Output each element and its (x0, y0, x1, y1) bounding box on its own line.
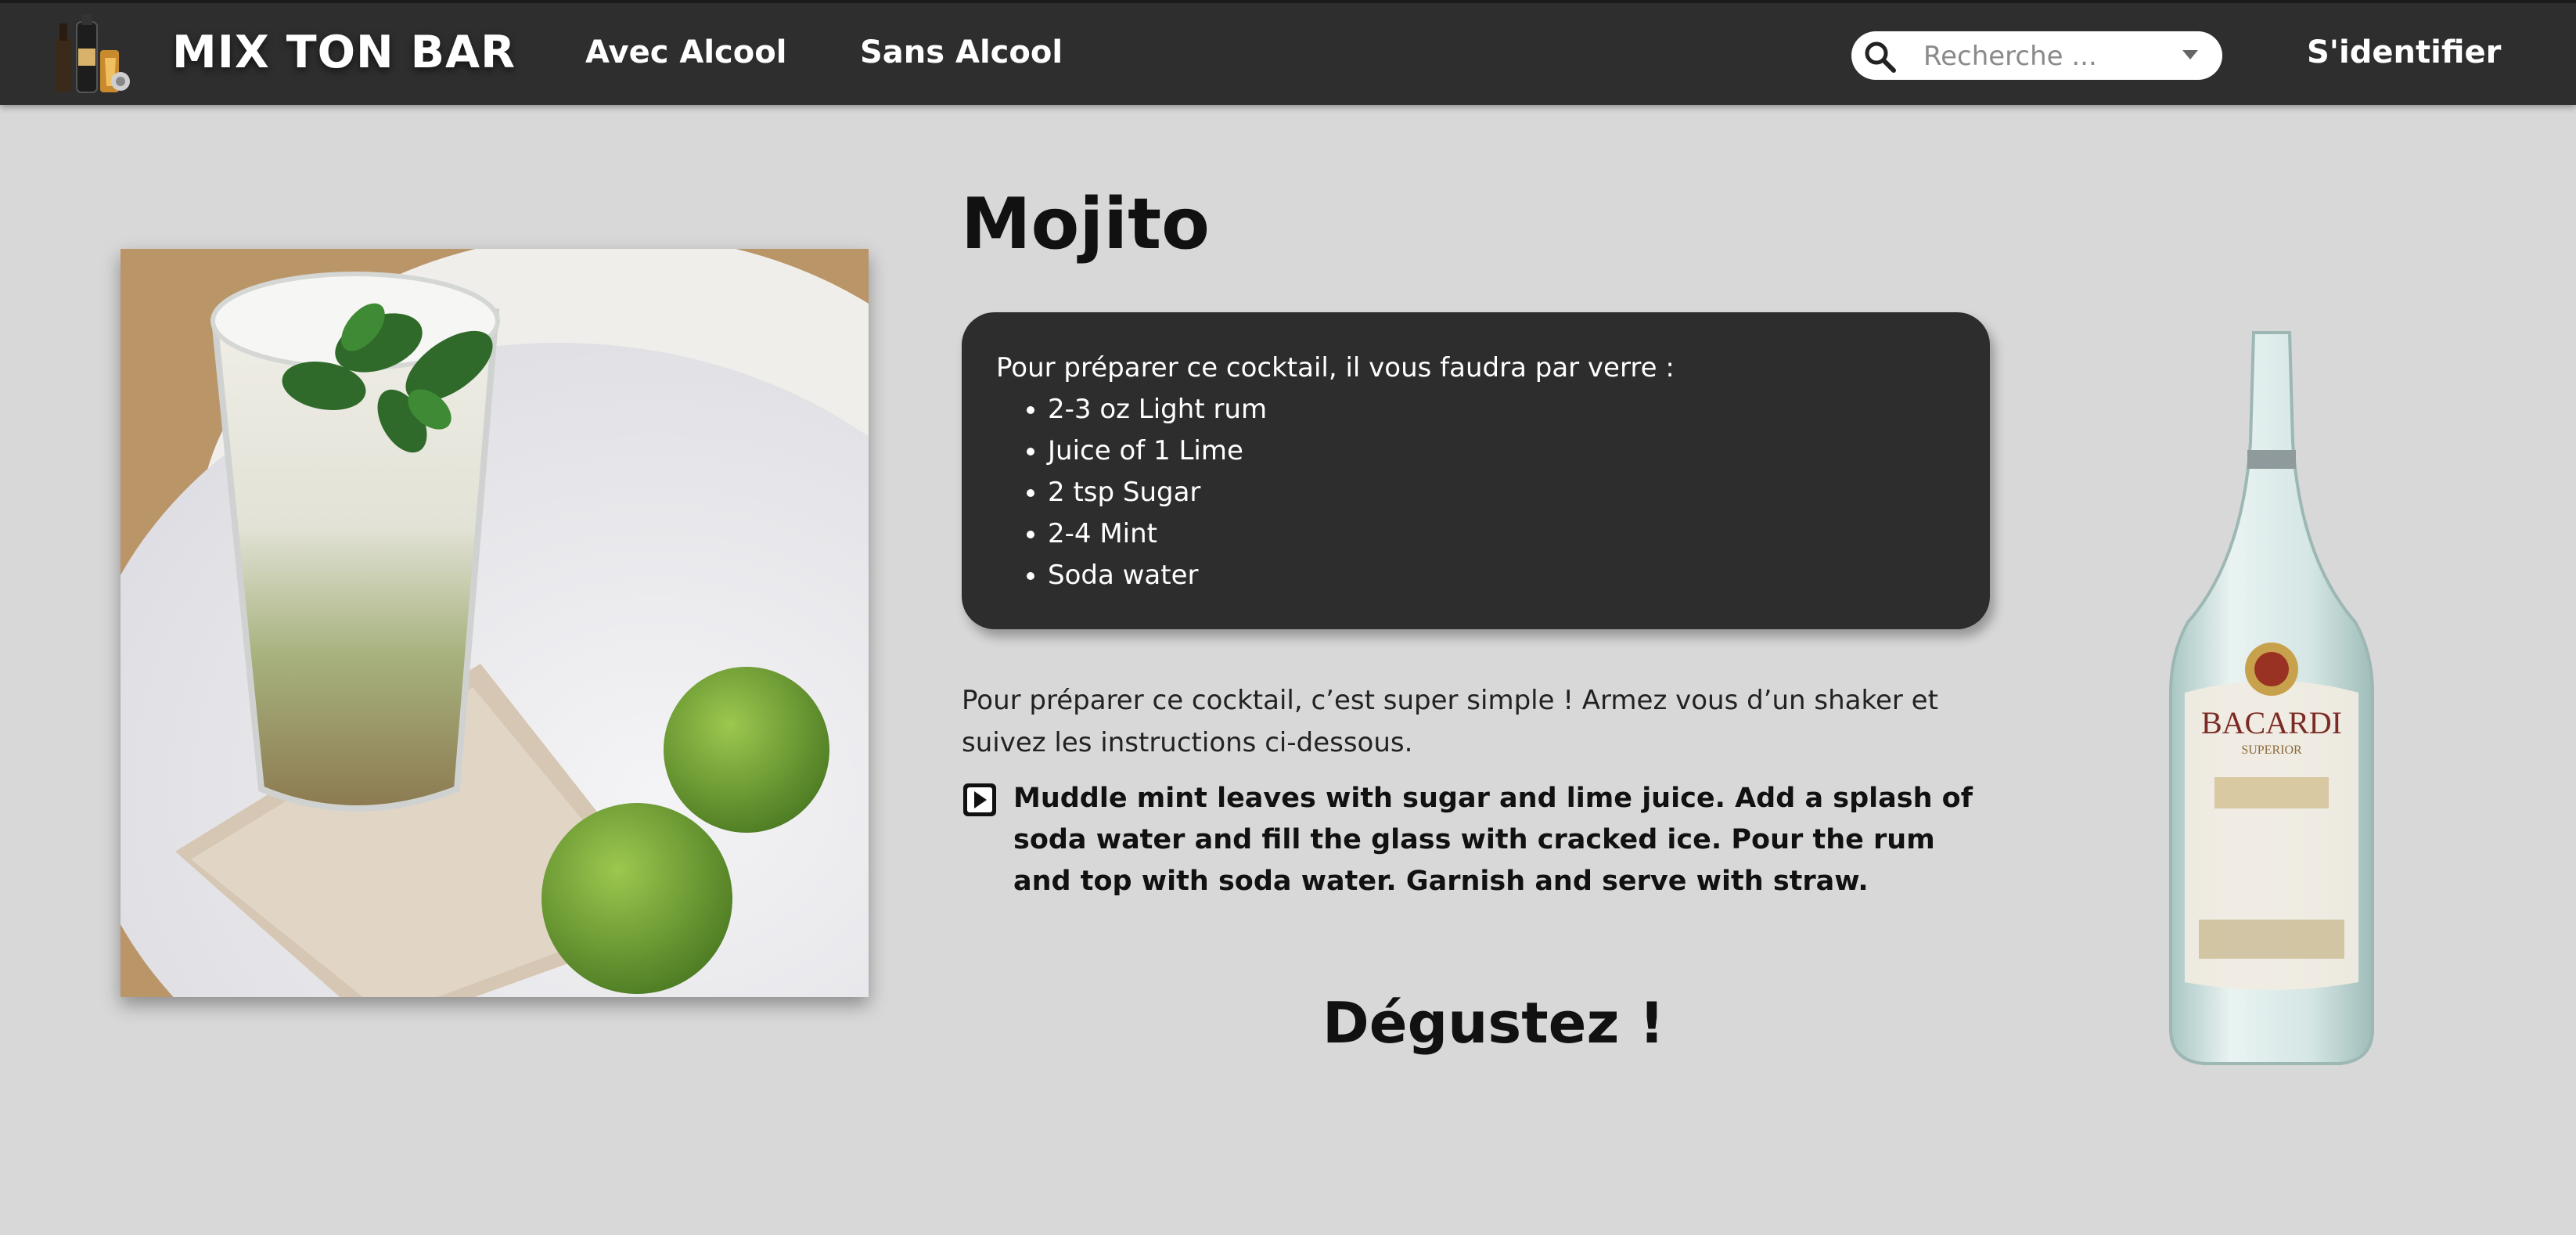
top-navbar: MIX TON BAR Avec Alcool Sans Alcool S'id… (0, 0, 2576, 105)
caret-down-icon[interactable] (2182, 50, 2198, 61)
bacardi-bottle-image: BACARDI SUPERIOR (2169, 331, 2374, 1065)
ingredient-item: 2 tsp Sugar (1048, 472, 1955, 513)
ingredient-item: Soda water (1048, 555, 1955, 596)
mojito-glass-photo (121, 249, 869, 997)
enjoy-heading: Dégustez ! (1322, 990, 1665, 1056)
search-box[interactable] (1851, 31, 2222, 80)
bar-bottles-logo-icon[interactable] (49, 14, 135, 97)
ingredients-intro: Pour préparer ce cocktail, il vous faudr… (996, 352, 1675, 383)
preparation-intro: Pour préparer ce cocktail, c’est super s… (962, 685, 1938, 758)
ingredients-card: Pour préparer ce cocktail, il vous faudr… (962, 312, 1990, 629)
nav-link-avec-alcool[interactable]: Avec Alcool (585, 34, 786, 70)
bottle-label: BACARDI (2201, 705, 2342, 740)
ingredient-item: Juice of 1 Lime (1048, 430, 1955, 472)
search-input[interactable] (1922, 36, 2160, 77)
recipe-title: Mojito (961, 183, 1210, 265)
ingredient-item: 2-3 oz Light rum (1048, 389, 1955, 430)
ingredients-list: 2-3 oz Light rum Juice of 1 Lime 2 tsp S… (996, 389, 1955, 596)
search-icon[interactable] (1862, 39, 1897, 74)
login-link[interactable]: S'identifier (2307, 34, 2501, 70)
play-icon (963, 783, 996, 816)
bottle-sublabel: SUPERIOR (2241, 744, 2302, 757)
nav-link-sans-alcool[interactable]: Sans Alcool (860, 34, 1063, 70)
brand-title[interactable]: MIX TON BAR (172, 27, 516, 78)
instruction-text: Muddle mint leaves with sugar and lime j… (1013, 783, 1973, 897)
ingredient-item: 2-4 Mint (1048, 513, 1955, 555)
